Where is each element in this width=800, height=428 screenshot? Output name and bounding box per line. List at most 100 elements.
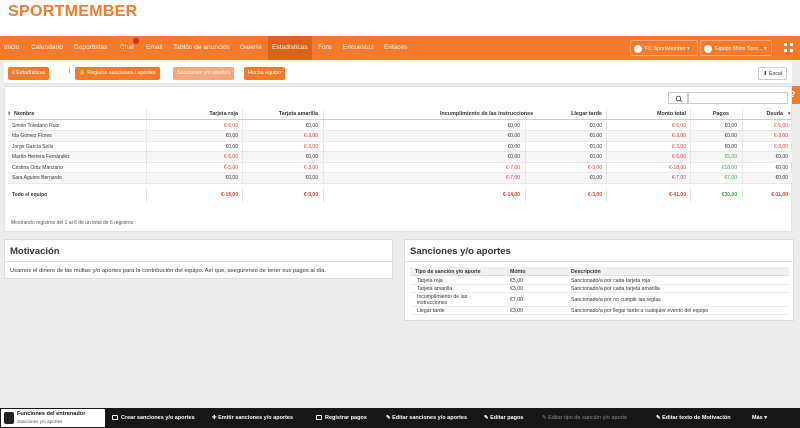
team-name: Equipo Mixto Spor... <box>715 46 763 52</box>
cell-late: €0,00 <box>589 133 602 139</box>
sheet-button[interactable]: Hucha equipo <box>244 67 286 80</box>
cell-late: €0,00 <box>589 154 602 160</box>
col-header-breach[interactable]: Incumplimiento de las instrucciones <box>440 109 533 120</box>
nav-item-deportistas[interactable]: Deportistas <box>74 36 107 60</box>
cell-yellow-card: €0,00 <box>305 154 318 160</box>
column-divider <box>323 152 324 162</box>
table-row: Martín Herrera Fernández €-5,00 €0,00 €0,00… <box>8 152 792 163</box>
nav-item-chat[interactable]: Chat <box>120 36 139 60</box>
col-header-late[interactable]: Llegar tarde <box>522 109 602 120</box>
sanctions-row: Tarjeta roja €5,00 Sancionado/a por cada… <box>410 277 789 285</box>
create-sanctions-button[interactable]: Crear sanciones y/o aportes <box>112 408 195 428</box>
nav-item-foro[interactable]: Foro <box>318 36 332 60</box>
sanction-amount: €5,00 <box>510 278 523 284</box>
cell-late: €0,00 <box>589 143 602 150</box>
col-header-name[interactable]: Nombre <box>14 109 34 120</box>
nav-item-email[interactable]: Email <box>146 36 163 60</box>
home-icon <box>634 44 642 53</box>
sanction-type: Llegar tarde <box>417 308 445 314</box>
edit-payments-button[interactable]: ✎ Editar pagos <box>484 408 523 428</box>
cell-breach: €-14,00 <box>503 191 520 198</box>
sanctions-button[interactable]: Sanciones y/o aportes <box>173 67 235 80</box>
cell-yellow-card: €-3,00 <box>303 164 318 171</box>
emit-sanctions-button[interactable]: ✚ Emitir sanciones y/o aportes <box>212 408 293 428</box>
cell-debt: €0,00 <box>775 164 788 171</box>
cell-late: €-3,00 <box>587 164 602 171</box>
cell-red-card: €-15,00 <box>221 191 238 198</box>
cell-debt: €-3,00 <box>773 133 788 139</box>
search-icon <box>675 95 683 103</box>
nav-item-encuestas[interactable]: Encuestas <box>343 36 374 60</box>
register-payments-label: Registrar pagos <box>325 415 367 421</box>
sanction-amount: €3,00 <box>510 308 523 314</box>
more-label: Más <box>752 415 763 421</box>
excel-button-label: Excel <box>769 71 783 77</box>
cell-red-card: €-5,00 <box>223 122 238 129</box>
cell-red-card: €-5,00 <box>223 164 238 171</box>
cell-name: Simón Toledano Ruiz <box>12 122 60 129</box>
nav-item-chat-label: Chat <box>120 44 134 51</box>
stats-button[interactable]: ıl Estadísticas <box>8 67 50 80</box>
excel-button[interactable]: ⬇ Excel <box>758 67 788 80</box>
cell-name: Sara Aguirre Bernardo <box>12 175 62 181</box>
column-divider <box>146 120 147 130</box>
app-logo[interactable]: SPORTMEMBER <box>8 3 138 21</box>
whistle-icon <box>4 412 14 424</box>
column-divider <box>323 141 324 151</box>
table-row: Cristina Ortiz Manzano €-5,00 €-3,00 €-7,00… <box>8 162 792 173</box>
search-button[interactable] <box>668 92 688 104</box>
apps-grid-icon[interactable] <box>784 43 794 53</box>
sanction-description: Sancionado/a por cada tarjeta amarilla <box>571 286 660 292</box>
search-input[interactable] <box>688 92 788 104</box>
register-button[interactable]: ✋ Registro sanciones / aportes <box>75 67 160 80</box>
chevron-down-icon: ▾ <box>764 415 767 421</box>
col-header-debt[interactable]: Deuda <box>703 109 783 120</box>
main-nav: Inicio Calendario Deportistas Chat Email… <box>0 36 800 60</box>
sanction-amount: €7,00 <box>510 297 523 303</box>
nav-item-enlaces[interactable]: Enlaces <box>384 36 407 60</box>
cell-red-card: €0,00 <box>225 175 238 181</box>
stats-table-panel: Nombre Tarjeta roja Tarjeta amarilla Incump… <box>4 86 792 232</box>
edit-motivation-button[interactable]: ✎ Editar texto de Motivación <box>656 408 731 428</box>
divider <box>5 261 392 262</box>
cell-name: Todo el equipo <box>12 191 48 198</box>
column-divider <box>323 173 324 183</box>
cell-debt: €0,00 <box>775 154 788 160</box>
cell-debt: €-3,00 <box>773 143 788 150</box>
register-payments-button[interactable]: Registrar pagos <box>316 408 367 428</box>
nav-item-calendario[interactable]: Calendario <box>31 36 63 60</box>
sanctions-row: Incumplimiento de las instrucciones €7,0… <box>410 293 789 307</box>
nav-item-tablon[interactable]: Tablón de anuncios <box>173 36 230 60</box>
toolbar-separator: | <box>69 68 71 74</box>
table-footer-info: Mostrando registros del 1 al 6 de un tot… <box>11 220 134 226</box>
nav-item-estadisticas[interactable]: Estadísticas <box>268 36 312 60</box>
table-row: Simón Toledano Ruiz €-5,00 €0,00 €0,00 €0,00… <box>8 120 792 131</box>
column-divider <box>323 187 324 202</box>
sanctions-row: Llegar tarde €3,00 Sancionado/a por lleg… <box>410 307 789 315</box>
col-header-red-card[interactable]: Tarjeta roja <box>158 109 238 120</box>
cell-breach: €0,00 <box>507 122 520 129</box>
table-row: Ida Gómez Flores €0,00 €-3,00 €0,00 €0,00 €-3… <box>8 131 792 142</box>
sort-desc-icon[interactable]: ▾ <box>788 109 791 120</box>
col-header-yellow-card[interactable]: Tarjeta amarilla <box>238 109 318 120</box>
table-header-row: Nombre Tarjeta roja Tarjeta amarilla Incump… <box>7 109 792 120</box>
cell-breach: €0,00 <box>507 133 520 139</box>
club-selector[interactable]: FC SportMember ▾ <box>630 40 698 56</box>
nav-item-inicio[interactable]: Inicio <box>4 36 19 60</box>
nav-item-galeria[interactable]: Galería <box>240 36 262 60</box>
cell-red-card: €-5,00 <box>223 154 238 160</box>
cell-red-card: €0,00 <box>225 143 238 150</box>
stats-button-label: Estadísticas <box>16 70 46 76</box>
edit-sanction-type-button[interactable]: ✎ Editar tipo de sanción y/o aporte <box>542 408 627 428</box>
edit-sanctions-button[interactable]: ✎ Editar sanciones y/o aportes <box>386 408 467 428</box>
cell-breach: €-7,00 <box>505 175 520 181</box>
more-button[interactable]: Más ▾ <box>752 408 767 428</box>
cell-yellow-card: €-3,00 <box>303 133 318 139</box>
register-button-label: Registro sanciones / aportes <box>87 70 156 76</box>
top-header: SPORTMEMBER <box>0 0 800 36</box>
coach-functions-menu[interactable]: Funciones del entrenador Sanciones y/o a… <box>1 409 105 427</box>
column-divider <box>146 141 147 151</box>
team-selector[interactable]: Equipo Mixto Spor... ▾ <box>700 40 772 56</box>
cell-breach: €0,00 <box>507 154 520 160</box>
sort-icon[interactable]: ⬍ <box>7 109 11 120</box>
